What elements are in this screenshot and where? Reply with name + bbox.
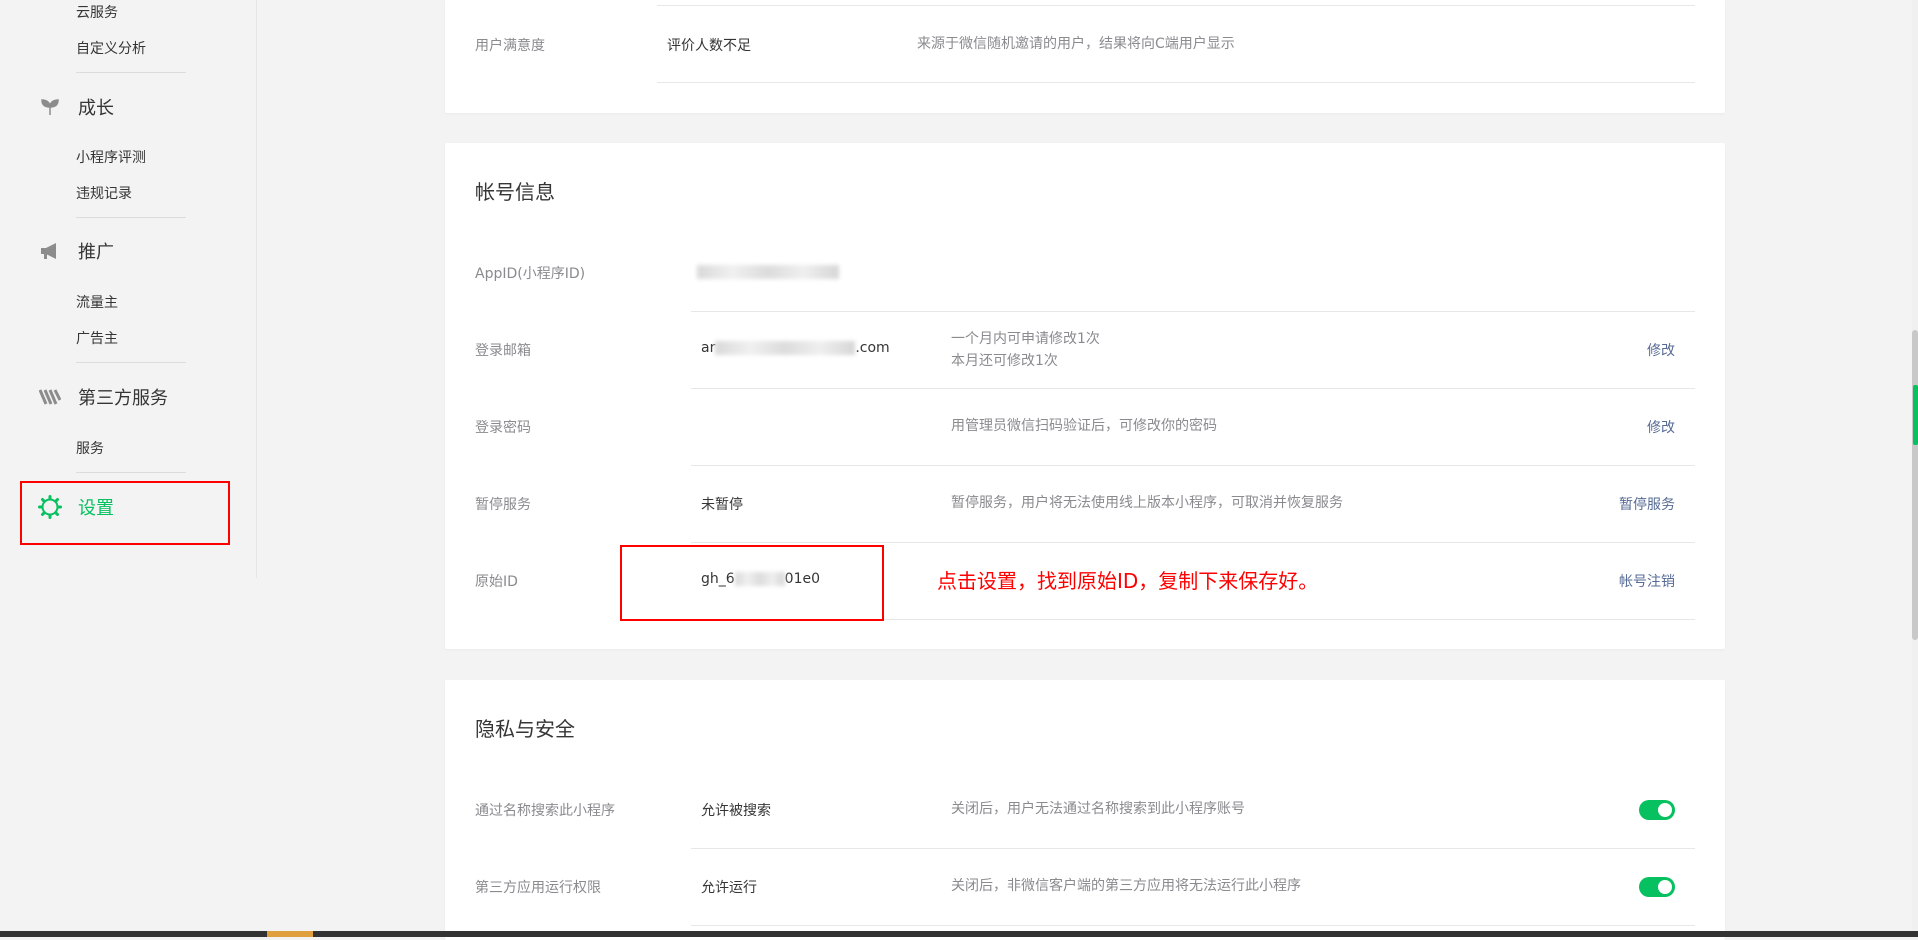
sprout-icon bbox=[36, 93, 64, 121]
sidebar-item-evaluation[interactable]: 小程序评测 bbox=[76, 147, 146, 167]
third-party-icon bbox=[36, 383, 64, 411]
login-email-value: ar .com bbox=[701, 340, 890, 356]
search-by-name-desc: 关闭后，用户无法通过名称搜索到此小程序账号 bbox=[951, 801, 1245, 817]
sidebar-item-advertiser[interactable]: 广告主 bbox=[76, 328, 118, 348]
search-by-name-value: 允许被搜索 bbox=[701, 803, 771, 819]
sidebar-item-cloud-service[interactable]: 云服务 bbox=[76, 2, 118, 22]
row-divider bbox=[691, 925, 1695, 926]
megaphone-icon bbox=[36, 237, 64, 265]
row-divider bbox=[691, 542, 1695, 543]
scrollbar-thumb[interactable] bbox=[1912, 330, 1918, 640]
edit-password-link[interactable]: 修改 bbox=[1647, 417, 1675, 437]
scrollbar-accent bbox=[1913, 385, 1918, 445]
pause-service-link[interactable]: 暂停服务 bbox=[1619, 494, 1675, 514]
login-password-label: 登录密码 bbox=[475, 420, 531, 436]
row-divider bbox=[691, 311, 1695, 312]
edit-email-link[interactable]: 修改 bbox=[1647, 340, 1675, 360]
sidebar-item-violations[interactable]: 违规记录 bbox=[76, 183, 132, 203]
sidebar-group-label: 推广 bbox=[78, 242, 114, 263]
satisfaction-desc: 来源于微信随机邀请的用户，结果将向C端用户显示 bbox=[917, 36, 1235, 52]
privacy-security-card: 隐私与安全 通过名称搜索此小程序 允许被搜索 关闭后，用户无法通过名称搜索到此小… bbox=[445, 680, 1725, 940]
third-party-run-label: 第三方应用运行权限 bbox=[475, 880, 601, 896]
deregister-account-link[interactable]: 帐号注销 bbox=[1619, 571, 1675, 591]
sidebar-divider bbox=[76, 217, 186, 218]
original-id-label: 原始ID bbox=[475, 574, 518, 590]
row-divider bbox=[691, 465, 1695, 466]
appid-value bbox=[697, 264, 839, 280]
sidebar-item-custom-analysis[interactable]: 自定义分析 bbox=[76, 38, 146, 58]
satisfaction-card: 用户满意度 评价人数不足 来源于微信随机邀请的用户，结果将向C端用户显示 bbox=[445, 0, 1725, 113]
settings-highlight-box bbox=[20, 481, 230, 545]
pause-service-desc: 暂停服务，用户将无法使用线上版本小程序，可取消并恢复服务 bbox=[951, 495, 1343, 511]
login-email-label: 登录邮箱 bbox=[475, 343, 531, 359]
pause-service-value: 未暂停 bbox=[701, 497, 743, 513]
login-password-desc: 用管理员微信扫码验证后，可修改你的密码 bbox=[951, 418, 1217, 434]
account-info-title: 帐号信息 bbox=[475, 180, 555, 204]
satisfaction-label: 用户满意度 bbox=[475, 38, 545, 54]
satisfaction-value: 评价人数不足 bbox=[667, 38, 751, 54]
sidebar-group-growth[interactable]: 成长 bbox=[36, 92, 114, 122]
privacy-security-title: 隐私与安全 bbox=[475, 717, 575, 741]
login-email-desc: 一个月内可申请修改1次 本月还可修改1次 bbox=[951, 331, 1100, 369]
sidebar-item-traffic-owner[interactable]: 流量主 bbox=[76, 292, 118, 312]
sidebar-divider bbox=[76, 472, 186, 473]
third-party-run-desc: 关闭后，非微信客户端的第三方应用将无法运行此小程序 bbox=[951, 878, 1301, 894]
row-divider bbox=[691, 848, 1695, 849]
appid-label: AppID(小程序ID) bbox=[475, 266, 586, 282]
bottom-bar-accent bbox=[267, 931, 313, 937]
instruction-annotation: 点击设置，找到原始ID，复制下来保存好。 bbox=[937, 569, 1319, 593]
sidebar-group-label: 成长 bbox=[78, 98, 114, 119]
row-divider bbox=[657, 82, 1695, 83]
sidebar-divider bbox=[76, 362, 186, 363]
row-divider bbox=[691, 388, 1695, 389]
third-party-run-toggle[interactable] bbox=[1639, 877, 1675, 897]
third-party-run-value: 允许运行 bbox=[701, 880, 757, 896]
sidebar-group-third-party[interactable]: 第三方服务 bbox=[36, 382, 168, 412]
sidebar-border bbox=[256, 0, 257, 578]
pause-service-label: 暂停服务 bbox=[475, 497, 531, 513]
search-by-name-label: 通过名称搜索此小程序 bbox=[475, 803, 615, 819]
sidebar-divider bbox=[76, 72, 186, 73]
original-id-highlight-box bbox=[620, 545, 884, 621]
sidebar-item-service[interactable]: 服务 bbox=[76, 438, 104, 458]
search-by-name-toggle[interactable] bbox=[1639, 800, 1675, 820]
sidebar-group-promotion[interactable]: 推广 bbox=[36, 236, 114, 266]
row-divider bbox=[657, 5, 1695, 6]
sidebar-group-label: 第三方服务 bbox=[78, 388, 168, 409]
